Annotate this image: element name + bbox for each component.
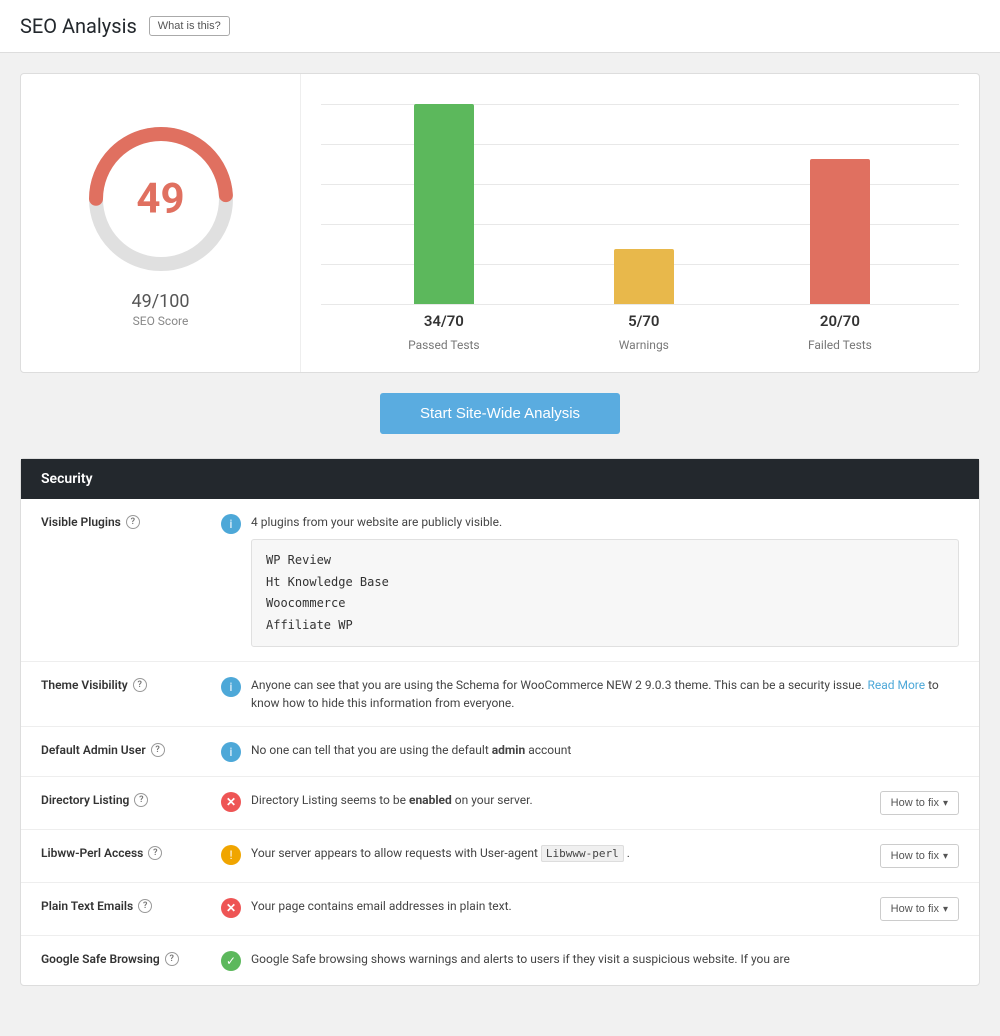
row-content-libwww-perl: ! Your server appears to allow requests …	[221, 844, 959, 868]
row-text-default-admin: No one can tell that you are using the d…	[251, 741, 959, 759]
score-card: 49 49/100 SEO Score	[21, 74, 301, 372]
security-row-default-admin: Default Admin User ? i No one can tell t…	[21, 727, 979, 777]
score-subtitle: SEO Score	[133, 314, 189, 328]
row-content-google-safe-browsing: ✓ Google Safe browsing shows warnings an…	[221, 950, 959, 971]
score-number: 49	[136, 174, 184, 223]
row-text-libwww-perl: Your server appears to allow requests wi…	[251, 844, 870, 863]
info-icon-theme-visibility: i	[221, 677, 241, 697]
bar-warnings	[614, 249, 674, 304]
page-title: SEO Analysis	[20, 14, 137, 38]
help-icon-plain-text-emails[interactable]: ?	[138, 899, 152, 913]
security-row-google-safe-browsing: Google Safe Browsing ? ✓ Google Safe bro…	[21, 936, 979, 985]
analysis-button-row: Start Site-Wide Analysis	[20, 393, 980, 434]
score-value: 49/100	[131, 291, 189, 312]
error-icon-plain-text-emails: ✕	[221, 898, 241, 918]
bar-warnings-value: 5/70	[628, 312, 659, 330]
row-content-plain-text-emails: ✕ Your page contains email addresses in …	[221, 897, 959, 921]
page-header: SEO Analysis What is this?	[0, 0, 1000, 53]
security-row-plain-text-emails: Plain Text Emails ? ✕ Your page contains…	[21, 883, 979, 936]
info-icon-default-admin: i	[221, 742, 241, 762]
what-is-this-button[interactable]: What is this?	[149, 16, 230, 36]
bar-passed	[414, 104, 474, 304]
bar-item-warnings: 5/70 Warnings	[614, 249, 674, 352]
help-icon-visible-plugins[interactable]: ?	[126, 515, 140, 529]
row-content-directory-listing: ✕ Directory Listing seems to be enabled …	[221, 791, 959, 815]
row-label-google-safe-browsing: Google Safe Browsing ?	[41, 950, 201, 966]
security-row-visible-plugins: Visible Plugins ? i 4 plugins from your …	[21, 499, 979, 662]
success-icon-google-safe-browsing: ✓	[221, 951, 241, 971]
security-section: Security Visible Plugins ? i 4 plugins f…	[20, 458, 980, 986]
donut-chart: 49	[81, 119, 241, 279]
bar-failed	[810, 159, 870, 304]
security-row-directory-listing: Directory Listing ? ✕ Directory Listing …	[21, 777, 979, 830]
row-text-google-safe-browsing: Google Safe browsing shows warnings and …	[251, 950, 959, 968]
fix-button-libwww-perl[interactable]: How to fix	[880, 844, 959, 868]
row-label-visible-plugins: Visible Plugins ?	[41, 513, 201, 529]
help-icon-directory-listing[interactable]: ?	[134, 793, 148, 807]
row-content-theme-visibility: i Anyone can see that you are using the …	[221, 676, 959, 712]
row-label-default-admin: Default Admin User ?	[41, 741, 201, 757]
row-label-directory-listing: Directory Listing ?	[41, 791, 201, 807]
row-text-visible-plugins: 4 plugins from your website are publicly…	[251, 513, 959, 647]
help-icon-libwww-perl[interactable]: ?	[148, 846, 162, 860]
row-text-theme-visibility: Anyone can see that you are using the Sc…	[251, 676, 959, 712]
info-icon-visible-plugins: i	[221, 514, 241, 534]
row-text-plain-text-emails: Your page contains email addresses in pl…	[251, 897, 870, 915]
security-header: Security	[21, 459, 979, 499]
read-more-link[interactable]: Read More	[867, 678, 925, 692]
main-content: 49 49/100 SEO Score 34/70 Passed Tests 5…	[0, 53, 1000, 1006]
bar-failed-value: 20/70	[820, 312, 860, 330]
row-content-visible-plugins: i 4 plugins from your website are public…	[221, 513, 959, 647]
bar-passed-label: Passed Tests	[408, 338, 480, 352]
bar-warnings-label: Warnings	[619, 338, 669, 352]
row-text-directory-listing: Directory Listing seems to be enabled on…	[251, 791, 870, 809]
bar-passed-value: 34/70	[424, 312, 464, 330]
score-section: 49 49/100 SEO Score 34/70 Passed Tests 5…	[20, 73, 980, 373]
help-icon-default-admin[interactable]: ?	[151, 743, 165, 757]
security-row-libwww-perl: Libww-Perl Access ? ! Your server appear…	[21, 830, 979, 883]
error-icon-directory-listing: ✕	[221, 792, 241, 812]
row-label-plain-text-emails: Plain Text Emails ?	[41, 897, 201, 913]
help-icon-google-safe-browsing[interactable]: ?	[165, 952, 179, 966]
row-content-default-admin: i No one can tell that you are using the…	[221, 741, 959, 762]
start-analysis-button[interactable]: Start Site-Wide Analysis	[380, 393, 620, 434]
row-label-libwww-perl: Libww-Perl Access ?	[41, 844, 201, 860]
row-label-theme-visibility: Theme Visibility ?	[41, 676, 201, 692]
bar-chart: 34/70 Passed Tests 5/70 Warnings 20/70 F…	[301, 74, 979, 372]
fix-button-directory-listing[interactable]: How to fix	[880, 791, 959, 815]
fix-button-plain-text-emails[interactable]: How to fix	[880, 897, 959, 921]
bar-item-failed: 20/70 Failed Tests	[808, 159, 872, 352]
bar-failed-label: Failed Tests	[808, 338, 872, 352]
plugins-list: WP Review Ht Knowledge Base Woocommerce …	[251, 539, 959, 647]
security-row-theme-visibility: Theme Visibility ? i Anyone can see that…	[21, 662, 979, 727]
bar-item-passed: 34/70 Passed Tests	[408, 104, 480, 352]
warning-icon-libwww-perl: !	[221, 845, 241, 865]
libwww-perl-code: Libwww-perl	[541, 845, 624, 862]
help-icon-theme-visibility[interactable]: ?	[133, 678, 147, 692]
